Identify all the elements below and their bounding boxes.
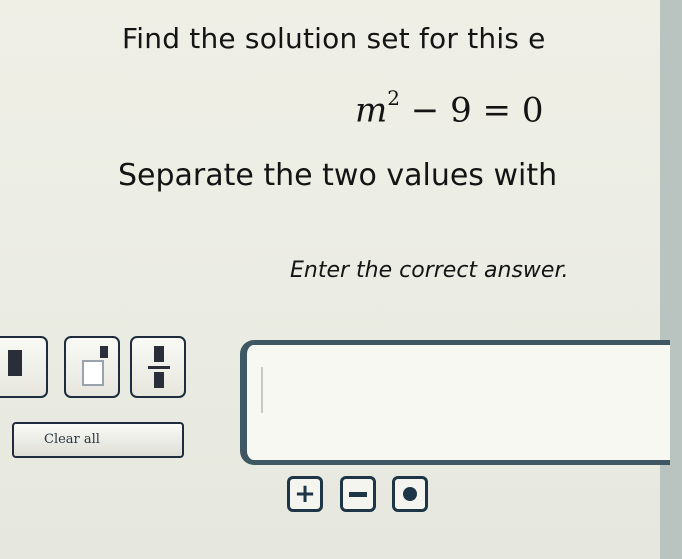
single-box-icon [8, 350, 22, 376]
minus-button[interactable] [340, 476, 376, 512]
fraction-denominator-icon [154, 372, 164, 388]
exponent-base-icon [82, 360, 104, 386]
plus-button[interactable]: + [287, 476, 323, 512]
dot-icon [403, 487, 417, 501]
exponent-icon [100, 346, 108, 358]
equation-exponent: 2 [387, 86, 400, 110]
clear-all-button[interactable]: Clear all [12, 422, 184, 458]
dot-button[interactable] [392, 476, 428, 512]
minus-icon [349, 491, 367, 497]
fraction-icon [148, 366, 170, 369]
single-box-button[interactable] [0, 336, 48, 398]
equation-variable: m [355, 90, 388, 131]
question-line-2: Separate the two values with [118, 158, 558, 193]
fraction-numerator-icon [154, 346, 164, 362]
exponent-button[interactable] [64, 336, 120, 398]
equation-rest: − 9 = 0 [399, 90, 544, 131]
plus-icon: + [294, 479, 316, 509]
right-edge-strip [660, 0, 682, 559]
question-line-1: Find the solution set for this e [122, 22, 546, 55]
fraction-button[interactable] [130, 336, 186, 398]
text-caret [261, 367, 263, 413]
equation: m2 − 9 = 0 [355, 86, 544, 131]
answer-input[interactable] [240, 340, 670, 465]
instruction: Enter the correct answer. [290, 258, 569, 283]
